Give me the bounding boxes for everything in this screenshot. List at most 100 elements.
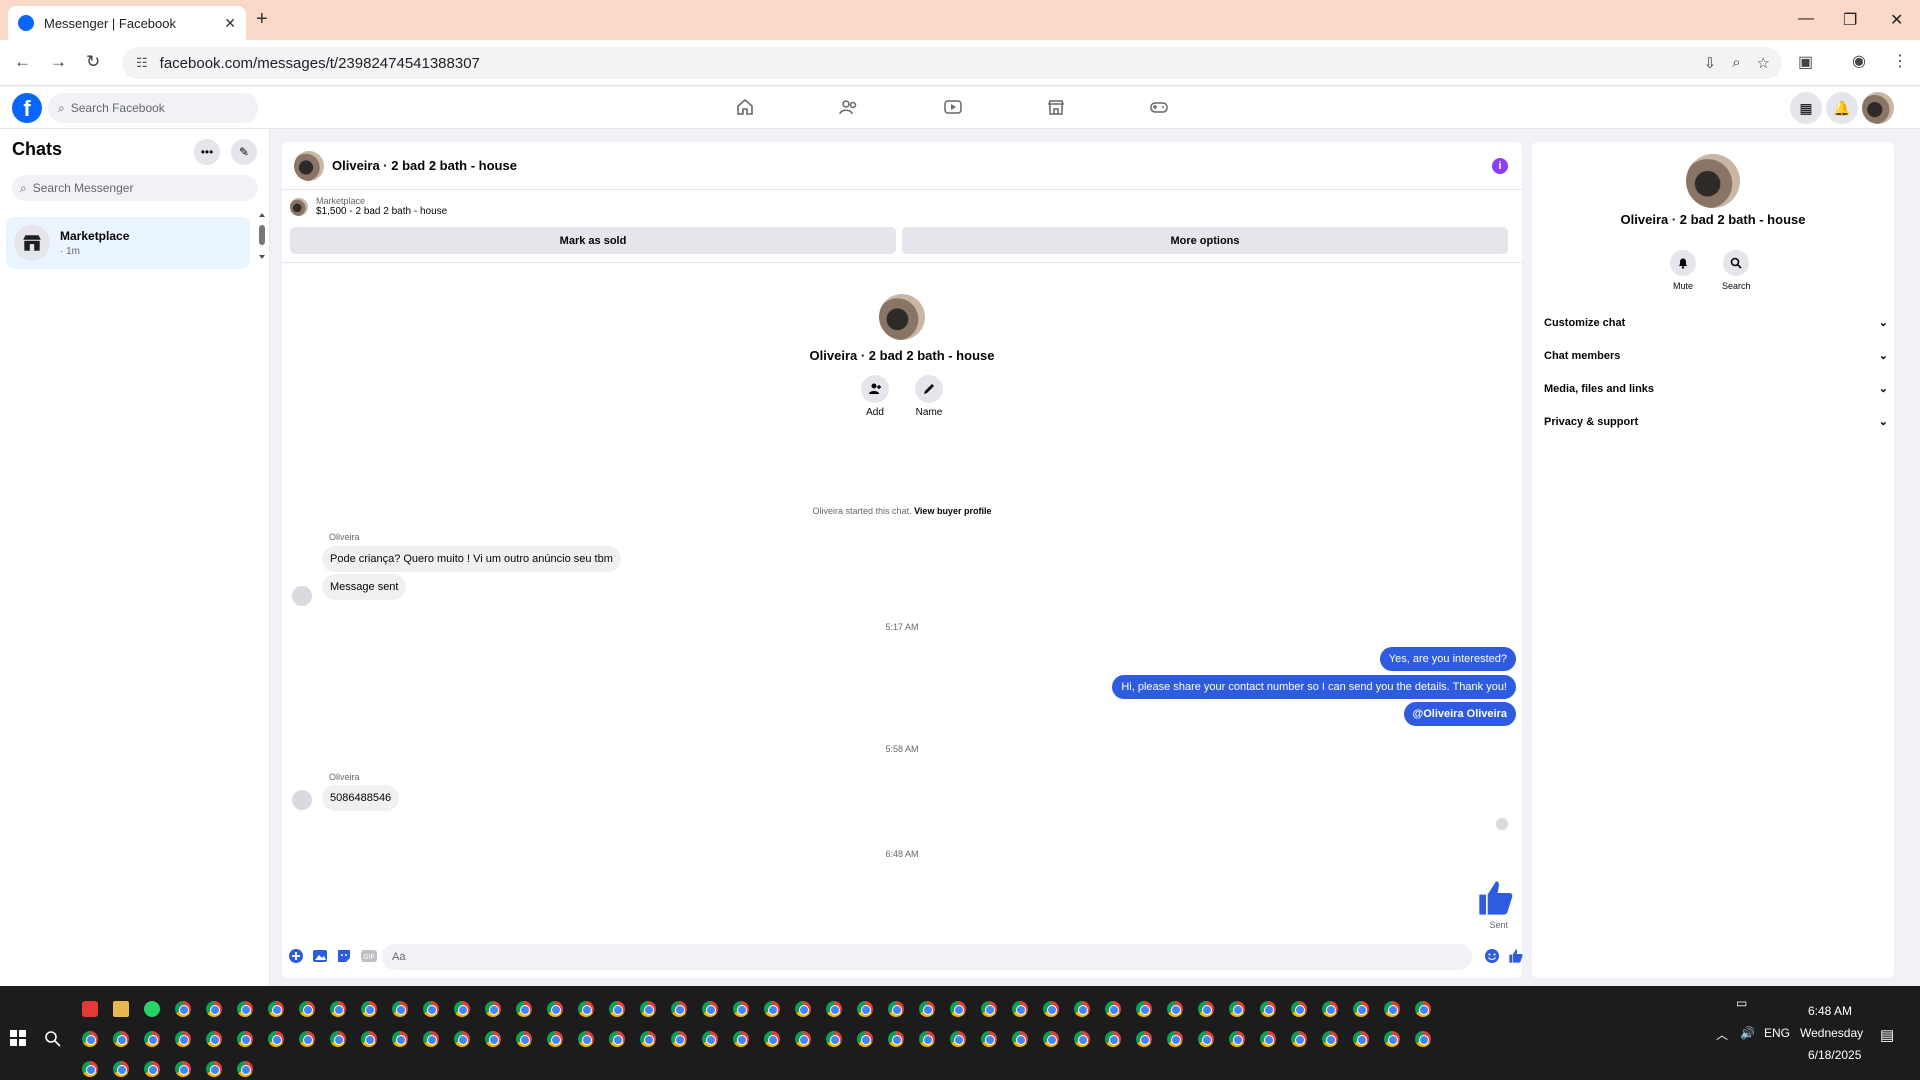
customize-chat-row[interactable]: Customize chat ⌄ bbox=[1544, 316, 1888, 330]
emoji-icon[interactable] bbox=[1484, 948, 1500, 964]
plus-circle-icon[interactable] bbox=[288, 948, 304, 964]
chrome-taskbar-icon[interactable] bbox=[950, 1031, 966, 1047]
chrome-taskbar-icon[interactable] bbox=[299, 1001, 315, 1017]
chrome-taskbar-icon[interactable] bbox=[1353, 1031, 1369, 1047]
restore-icon[interactable]: ❐ bbox=[1843, 10, 1857, 30]
chrome-taskbar-icon[interactable] bbox=[640, 1001, 656, 1017]
clock-date[interactable]: 6/18/2025 bbox=[1808, 1048, 1861, 1062]
chrome-taskbar-icon[interactable] bbox=[1105, 1001, 1121, 1017]
watch-icon[interactable] bbox=[943, 97, 963, 117]
taskbar-search-icon[interactable] bbox=[44, 1030, 62, 1048]
photo-icon[interactable] bbox=[312, 948, 328, 964]
facebook-logo-icon[interactable]: f bbox=[12, 93, 42, 123]
chrome-taskbar-icon[interactable] bbox=[1198, 1001, 1214, 1017]
chrome-taskbar-icon[interactable] bbox=[206, 1031, 222, 1047]
chrome-taskbar-icon[interactable] bbox=[702, 1001, 718, 1017]
gaming-icon[interactable] bbox=[1149, 97, 1169, 117]
chrome-taskbar-icon[interactable] bbox=[175, 1061, 191, 1077]
chrome-taskbar-icon[interactable] bbox=[206, 1001, 222, 1017]
outgoing-mention-message[interactable]: @Oliveira Oliveira bbox=[1403, 702, 1516, 726]
message-input[interactable]: Aa bbox=[382, 944, 1472, 970]
chrome-taskbar-icon[interactable] bbox=[733, 1001, 749, 1017]
search-conversation-button[interactable]: Search bbox=[1722, 250, 1751, 291]
close-window-icon[interactable]: ✕ bbox=[1890, 10, 1903, 30]
facebook-search-input[interactable]: ⌕ Search Facebook bbox=[48, 93, 258, 123]
chrome-taskbar-icon[interactable] bbox=[1291, 1001, 1307, 1017]
chat-list-scrollbar[interactable] bbox=[258, 213, 266, 259]
sender-avatar[interactable] bbox=[292, 790, 312, 810]
chrome-taskbar-icon[interactable] bbox=[981, 1031, 997, 1047]
file-explorer-icon[interactable] bbox=[113, 1001, 129, 1017]
view-buyer-profile-link[interactable]: View buyer profile bbox=[914, 506, 991, 516]
chrome-taskbar-icon[interactable] bbox=[392, 1031, 408, 1047]
chrome-taskbar-icon[interactable] bbox=[113, 1031, 129, 1047]
chrome-taskbar-icon[interactable] bbox=[299, 1031, 315, 1047]
chrome-taskbar-icon[interactable] bbox=[423, 1031, 439, 1047]
chrome-taskbar-icon[interactable] bbox=[578, 1031, 594, 1047]
chrome-taskbar-icon[interactable] bbox=[144, 1061, 160, 1077]
forward-icon[interactable]: → bbox=[50, 52, 67, 72]
chrome-taskbar-icon[interactable] bbox=[1074, 1001, 1090, 1017]
new-message-icon[interactable]: ✎ bbox=[231, 139, 257, 165]
chrome-taskbar-icon[interactable] bbox=[237, 1061, 253, 1077]
volume-icon[interactable]: 🔊 bbox=[1740, 1026, 1755, 1040]
chrome-taskbar-icon[interactable] bbox=[857, 1001, 873, 1017]
notifications-bell-icon[interactable]: 🔔 bbox=[1826, 92, 1858, 124]
chrome-taskbar-icon[interactable] bbox=[1198, 1031, 1214, 1047]
home-icon[interactable] bbox=[735, 97, 755, 117]
media-files-links-row[interactable]: Media, files and links ⌄ bbox=[1544, 382, 1888, 396]
bookmark-star-icon[interactable]: ☆ bbox=[1757, 54, 1770, 72]
privacy-support-row[interactable]: Privacy & support ⌄ bbox=[1544, 415, 1888, 429]
marketplace-icon[interactable] bbox=[1046, 97, 1066, 117]
sticker-icon[interactable] bbox=[336, 948, 352, 964]
chrome-taskbar-icon[interactable] bbox=[888, 1001, 904, 1017]
clock-day[interactable]: Wednesday bbox=[1800, 1026, 1863, 1040]
windows-start-icon[interactable] bbox=[10, 1030, 26, 1046]
menu-grid-icon[interactable]: ▦ bbox=[1790, 92, 1822, 124]
chrome-taskbar-icon[interactable] bbox=[516, 1001, 532, 1017]
input-language[interactable]: ENG bbox=[1764, 1026, 1790, 1040]
more-options-button[interactable]: More options bbox=[902, 227, 1508, 254]
chrome-taskbar-icon[interactable] bbox=[454, 1031, 470, 1047]
chrome-taskbar-icon[interactable] bbox=[1260, 1001, 1276, 1017]
chrome-taskbar-icon[interactable] bbox=[1105, 1031, 1121, 1047]
chrome-taskbar-icon[interactable] bbox=[82, 1061, 98, 1077]
chrome-taskbar-icon[interactable] bbox=[640, 1031, 656, 1047]
chrome-taskbar-icon[interactable] bbox=[144, 1031, 160, 1047]
chrome-taskbar-icon[interactable] bbox=[237, 1001, 253, 1017]
chrome-taskbar-icon[interactable] bbox=[330, 1031, 346, 1047]
chrome-taskbar-icon[interactable] bbox=[950, 1001, 966, 1017]
chrome-taskbar-icon[interactable] bbox=[857, 1031, 873, 1047]
chrome-taskbar-icon[interactable] bbox=[1384, 1031, 1400, 1047]
incoming-message[interactable]: 5086488546 bbox=[322, 785, 400, 811]
profile-avatar[interactable] bbox=[879, 294, 925, 340]
chrome-taskbar-icon[interactable] bbox=[268, 1031, 284, 1047]
chrome-taskbar-icon[interactable] bbox=[1229, 1031, 1245, 1047]
chrome-taskbar-icon[interactable] bbox=[361, 1031, 377, 1047]
close-tab-icon[interactable]: ✕ bbox=[224, 15, 236, 32]
clock-time[interactable]: 6:48 AM bbox=[1808, 1004, 1852, 1018]
chrome-taskbar-icon[interactable] bbox=[1167, 1001, 1183, 1017]
chrome-taskbar-icon[interactable] bbox=[1043, 1031, 1059, 1047]
omnibox[interactable]: ☷ facebook.com/messages/t/23982474541388… bbox=[122, 47, 1782, 79]
chrome-taskbar-icon[interactable] bbox=[795, 1031, 811, 1047]
site-info-icon[interactable]: ☷ bbox=[136, 55, 148, 71]
conversation-avatar[interactable] bbox=[294, 150, 324, 181]
chrome-taskbar-icon[interactable] bbox=[1136, 1031, 1152, 1047]
chrome-taskbar-icon[interactable] bbox=[1291, 1031, 1307, 1047]
chat-list-item[interactable]: Marketplace · 1m bbox=[6, 217, 250, 269]
menu-dots-icon[interactable]: ⋮ bbox=[1892, 51, 1908, 71]
profile-icon[interactable]: ◉ bbox=[1852, 51, 1866, 71]
info-icon[interactable]: i bbox=[1492, 158, 1508, 174]
zoom-icon[interactable]: ⌕ bbox=[1732, 54, 1740, 72]
chrome-taskbar-icon[interactable] bbox=[1229, 1001, 1245, 1017]
chrome-taskbar-icon[interactable] bbox=[578, 1001, 594, 1017]
chrome-taskbar-icon[interactable] bbox=[237, 1031, 253, 1047]
chrome-taskbar-icon[interactable] bbox=[516, 1031, 532, 1047]
chrome-taskbar-icon[interactable] bbox=[888, 1031, 904, 1047]
chrome-taskbar-icon[interactable] bbox=[547, 1031, 563, 1047]
mark-as-sold-button[interactable]: Mark as sold bbox=[290, 227, 896, 254]
chrome-taskbar-icon[interactable] bbox=[1012, 1001, 1028, 1017]
marketplace-listing[interactable]: Marketplace $1,500 - 2 bad 2 bath - hous… bbox=[290, 196, 447, 217]
browser-tab[interactable]: Messenger | Facebook ✕ bbox=[8, 6, 246, 40]
